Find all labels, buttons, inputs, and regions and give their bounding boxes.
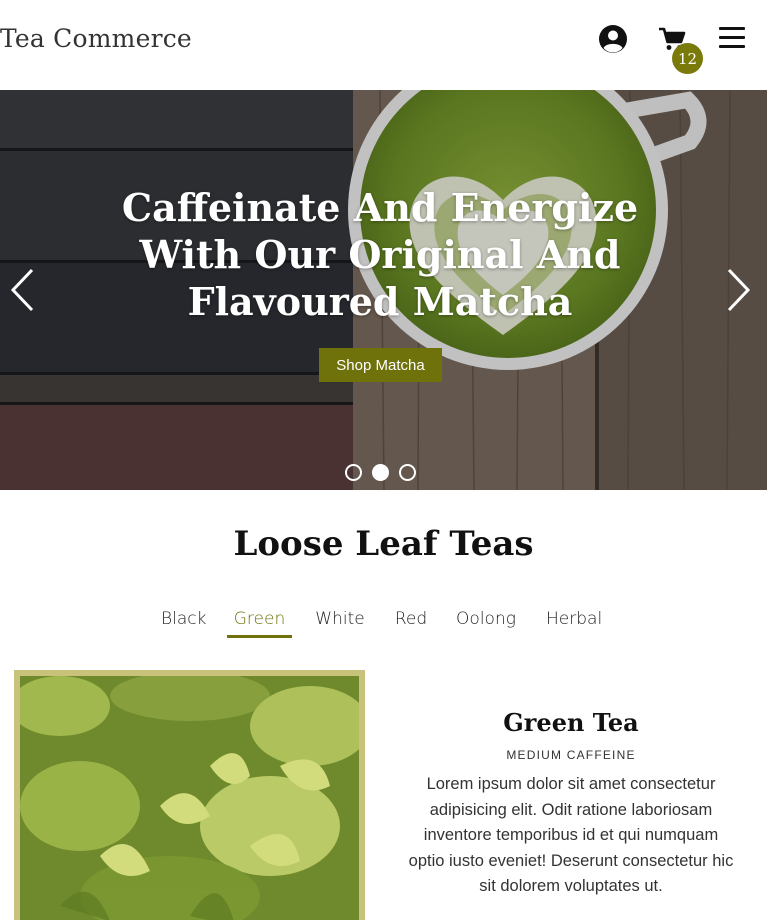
site-header: Tea Commerce 12 [0,0,767,90]
carousel-dot-2[interactable] [372,464,389,481]
chevron-right-icon[interactable] [725,268,751,312]
carousel-dot-1[interactable] [345,464,362,481]
shop-matcha-button[interactable]: Shop Matcha [319,348,442,382]
chevron-left-icon[interactable] [10,268,36,312]
tab-oolong[interactable]: Oolong [456,606,516,638]
tab-herbal[interactable]: Herbal [546,606,602,638]
brand-logo[interactable]: Tea Commerce [0,24,192,53]
tab-white[interactable]: White [315,606,365,638]
hamburger-menu-icon[interactable] [719,27,747,49]
user-circle-icon[interactable] [598,24,628,54]
tab-red[interactable]: Red [394,606,428,638]
cart-count-badge: 12 [672,43,703,74]
carousel-dot-3[interactable] [399,464,416,481]
carousel-indicators [345,464,425,482]
product-image[interactable] [10,671,370,920]
tab-green[interactable]: Green [227,606,292,638]
product-image-frame [10,670,370,920]
section-title: Loose Leaf Teas [233,524,534,564]
product-caffeine-level: MEDIUM CAFFEINE [506,748,636,762]
hero-carousel: Caffeinate And Energize With Our Origina… [0,90,767,490]
product-name: Green Tea [503,708,639,737]
tea-category-tabs: Black Green White Red Oolong Herbal [0,606,767,640]
hero-title: Caffeinate And Energize With Our Origina… [121,185,639,324]
product-description: Lorem ipsum dolor sit amet consectetur a… [408,775,734,895]
tab-black[interactable]: Black [161,606,206,638]
